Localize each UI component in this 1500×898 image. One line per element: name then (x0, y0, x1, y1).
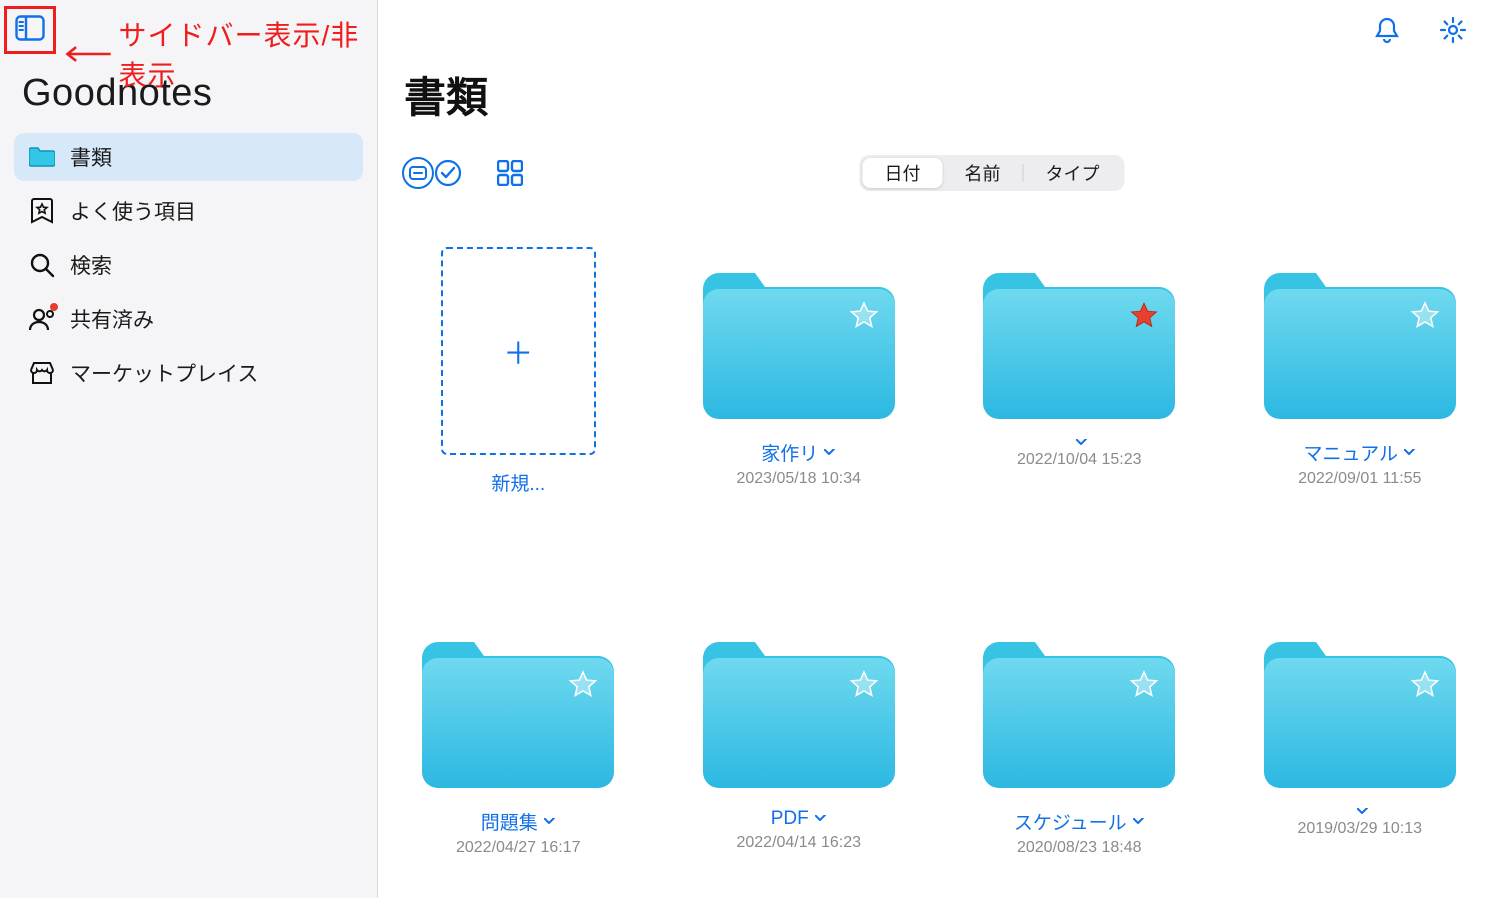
tile-label[interactable]: PDF (771, 808, 827, 830)
page-title: 書類 (404, 64, 1476, 125)
folder-icon (1264, 267, 1456, 425)
folder-icon (1264, 636, 1456, 794)
folder-icon (703, 636, 895, 794)
topbar (402, 0, 1476, 60)
new-document-frame: ＋ (441, 247, 596, 455)
folder-tile[interactable]: 2019/03/29 10:13 (1250, 616, 1471, 857)
tile-date: 2023/05/18 10:34 (736, 470, 861, 488)
star-icon[interactable] (568, 670, 598, 700)
annotation-callout: サイドバー表示/非表示 (64, 14, 377, 94)
tile-name: 問題集 (481, 808, 538, 835)
sidebar-toggle-icon[interactable] (15, 15, 45, 46)
notification-dot (50, 303, 58, 311)
tile-date: 2019/03/29 10:13 (1297, 820, 1422, 838)
tile-label[interactable]: マニュアル (1304, 439, 1416, 466)
sort-option-date[interactable]: 日付 (863, 158, 943, 188)
sort-option-type[interactable]: タイプ (1024, 158, 1122, 188)
tile-name: スケジュール (1014, 808, 1127, 835)
checkmark-circle-icon (434, 159, 462, 187)
sidebar-nav: 書類 よく使う項目 検索 (14, 133, 363, 397)
sidebar-item-label: 共有済み (70, 304, 154, 334)
sort-option-name[interactable]: 名前 (943, 158, 1023, 188)
tile-date: 2020/08/23 18:48 (1017, 839, 1142, 857)
main-area: 書類 日付 名前 タイプ (378, 0, 1500, 898)
sidebar-item-favorites[interactable]: よく使う項目 (14, 187, 363, 235)
settings-button[interactable] (1438, 15, 1468, 45)
sort-segmented-control: 日付 名前 タイプ (860, 155, 1125, 191)
sidebar-item-label: 書類 (70, 142, 112, 172)
chevron-down-icon (544, 818, 556, 826)
tile-label[interactable]: 家作リ (761, 439, 836, 466)
notifications-button[interactable] (1372, 15, 1402, 45)
star-icon[interactable] (1129, 301, 1159, 331)
star-icon[interactable] (849, 301, 879, 331)
folder-icon (983, 636, 1175, 794)
chevron-down-icon (1357, 808, 1369, 816)
tile-name: 家作リ (761, 439, 818, 466)
folder-tile[interactable]: スケジュール 2020/08/23 18:48 (969, 616, 1190, 857)
sidebar-item-label: 検索 (70, 250, 112, 280)
chevron-down-icon (1404, 449, 1416, 457)
tile-date: 2022/04/27 16:17 (456, 839, 581, 857)
folder-tile[interactable]: PDF 2022/04/14 16:23 (689, 616, 910, 857)
view-mode-button[interactable] (496, 159, 524, 187)
bell-icon (1374, 16, 1400, 44)
folder-tile[interactable]: 2022/10/04 15:23 (969, 247, 1190, 496)
grid-icon (497, 160, 523, 186)
star-icon[interactable] (1129, 670, 1159, 700)
folder-tile[interactable]: マニュアル 2022/09/01 11:55 (1250, 247, 1471, 496)
sidebar-item-marketplace[interactable]: マーケットプレイス (14, 349, 363, 397)
tile-date: 2022/04/14 16:23 (736, 834, 861, 852)
tile-label[interactable] (1351, 808, 1369, 816)
plus-icon: ＋ (503, 329, 533, 373)
star-icon[interactable] (1410, 301, 1440, 331)
annotation-text: サイドバー表示/非表示 (118, 14, 377, 94)
folder-icon (983, 267, 1175, 425)
tile-name: マニュアル (1304, 439, 1398, 466)
sidebar-item-shared[interactable]: 共有済み (14, 295, 363, 343)
folder-icon (422, 636, 614, 794)
folder-icon (28, 143, 56, 171)
folder-tile[interactable]: 問題集 2022/04/27 16:17 (408, 616, 629, 857)
folder-icon (703, 267, 895, 425)
chevron-down-icon (1133, 818, 1145, 826)
chevron-down-icon (824, 449, 836, 457)
outline-button[interactable] (402, 157, 434, 189)
search-icon (28, 251, 56, 279)
person-shared-icon (28, 305, 56, 333)
tile-date: 2022/09/01 11:55 (1298, 470, 1421, 488)
toolbar: 日付 名前 タイプ (402, 153, 1476, 193)
folder-tile[interactable]: 家作リ 2023/05/18 10:34 (689, 247, 910, 496)
sidebar-item-label: よく使う項目 (70, 196, 196, 226)
tile-date: 2022/10/04 15:23 (1017, 451, 1142, 469)
tile-label[interactable] (1070, 439, 1088, 447)
select-button[interactable] (434, 159, 462, 187)
bookmark-star-icon (28, 197, 56, 225)
tile-name: PDF (771, 808, 809, 830)
gear-icon (1439, 16, 1467, 44)
sidebar-item-search[interactable]: 検索 (14, 241, 363, 289)
arrow-left-icon (64, 44, 112, 64)
tile-label[interactable]: 問題集 (481, 808, 556, 835)
sidebar-toggle-highlight (4, 6, 56, 54)
star-icon[interactable] (1410, 670, 1440, 700)
storefront-icon (28, 359, 56, 387)
sidebar-item-documents[interactable]: 書類 (14, 133, 363, 181)
chevron-down-icon (1076, 439, 1088, 447)
new-document-tile[interactable]: ＋ 新規... (408, 247, 629, 496)
tile-label[interactable]: スケジュール (1014, 808, 1145, 835)
star-icon[interactable] (849, 670, 879, 700)
tile-label: 新規... (491, 469, 545, 496)
outline-icon (409, 166, 427, 180)
sidebar-item-label: マーケットプレイス (70, 358, 258, 388)
document-grid: ＋ 新規... (402, 247, 1476, 857)
chevron-down-icon (815, 815, 827, 823)
sidebar: サイドバー表示/非表示 Goodnotes 書類 よく使 (0, 0, 378, 898)
